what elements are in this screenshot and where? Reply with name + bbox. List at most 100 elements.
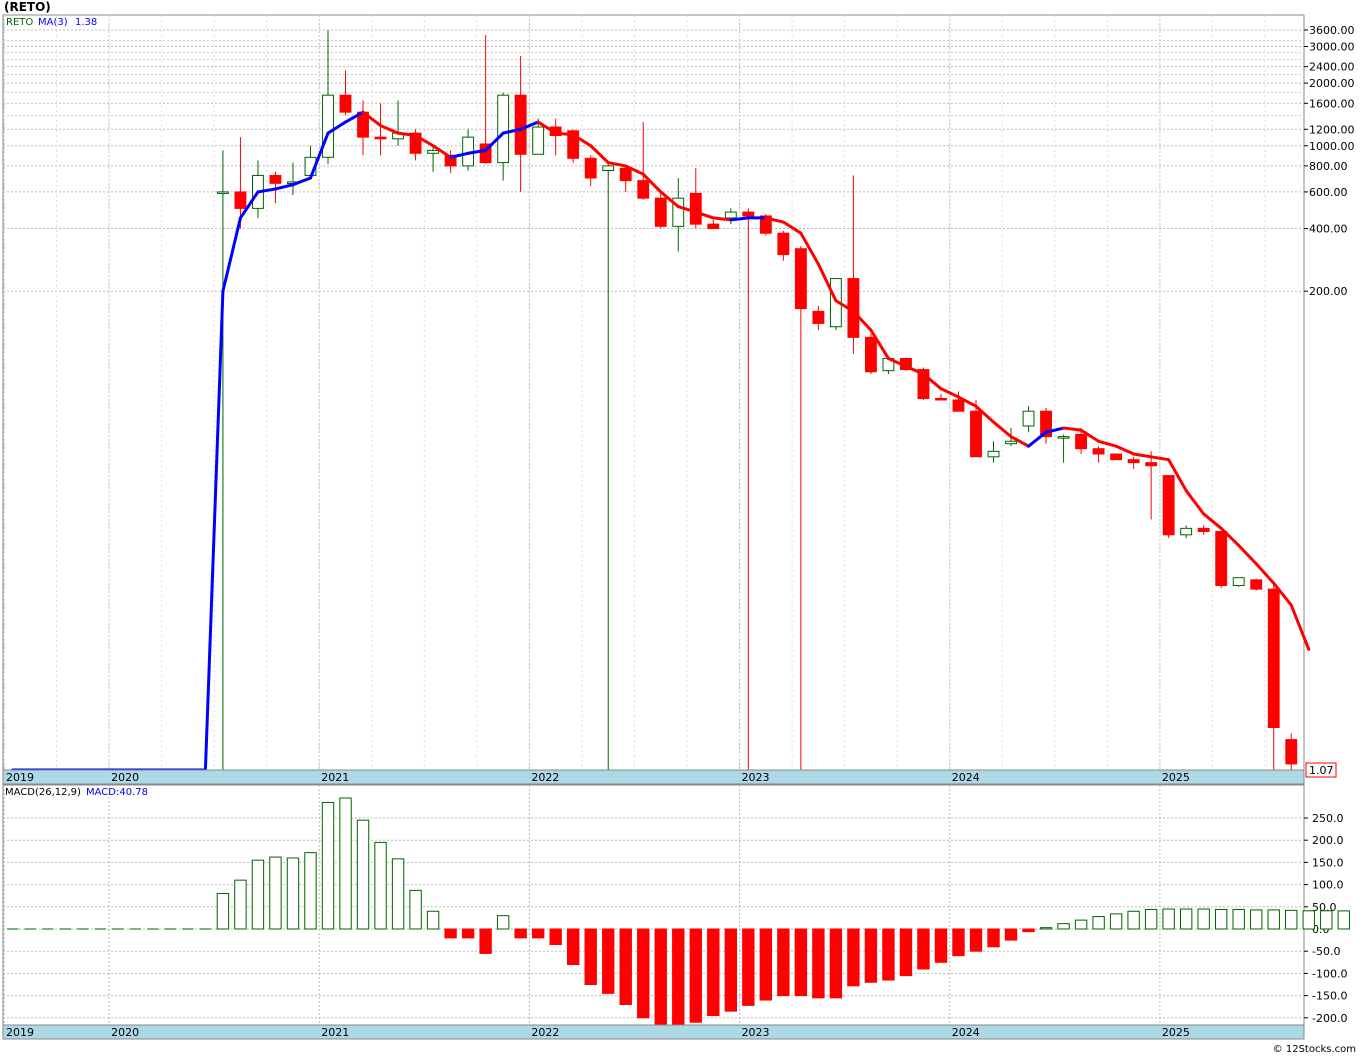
price-x-label: 2021 (321, 771, 349, 784)
candle-body (1267, 588, 1280, 729)
price-tick-label: 1200.00 (1309, 123, 1355, 136)
macd-bar (1302, 910, 1315, 930)
macd-x-label: 2021 (321, 1026, 349, 1039)
candle-body (812, 310, 825, 324)
candle-body (637, 180, 650, 199)
macd-bar (689, 928, 702, 1023)
candle-body (654, 197, 667, 227)
price-x-label: 2020 (111, 771, 139, 784)
candle-body (216, 191, 229, 194)
candle-body (339, 94, 352, 113)
macd-bar (1162, 908, 1175, 930)
macd-bar (934, 928, 948, 963)
macd-bar (1285, 909, 1298, 930)
price-tick-label: 600.00 (1309, 186, 1348, 199)
candle-body (619, 167, 632, 182)
macd-bar (409, 889, 422, 930)
price-x-label: 2025 (1162, 771, 1190, 784)
macd-bar (1022, 928, 1035, 933)
candle-body (1215, 531, 1228, 587)
ma-segment (1062, 426, 1083, 432)
macd-bar (1092, 916, 1105, 930)
price-tick-label: 200.00 (1309, 285, 1348, 298)
macd-x-label: 2022 (531, 1026, 559, 1039)
macd-bar (1144, 908, 1158, 930)
price-tick-label: 400.00 (1309, 223, 1348, 236)
macd-bar (514, 928, 527, 939)
candle-body (1110, 453, 1123, 461)
ma-segment (711, 216, 733, 222)
macd-bar (1250, 909, 1263, 930)
macd-bar (742, 928, 755, 1006)
macd-bar (724, 928, 738, 1012)
macd-x-axis-band (2, 1024, 1305, 1040)
candle-body (987, 450, 1000, 458)
price-tick-label: 3600.00 (1309, 24, 1355, 37)
candle-body (584, 157, 597, 179)
last-price-tag: 1.07 (1309, 764, 1334, 777)
macd-bar (1127, 910, 1140, 930)
macd-bar (952, 928, 965, 957)
macd-bar (584, 928, 597, 985)
macd-bar (391, 858, 405, 930)
macd-bar (1337, 910, 1350, 930)
macd-bar (566, 928, 580, 966)
price-tick-label: 1600.00 (1309, 97, 1355, 110)
candle-body (532, 126, 545, 155)
ma-segment (554, 131, 575, 137)
candle-body (1005, 440, 1017, 445)
price-tick-label: 3000.00 (1309, 40, 1355, 53)
price-y-axis: 3600.00 3000.00 2400.00 2000.00 1600.00 1200.… (1304, 24, 1355, 298)
candle-body (1250, 579, 1263, 590)
candle-body (742, 211, 755, 217)
stock-chart: 3600.00 3000.00 2400.00 2000.00 1600.00 1200.… (2, 14, 1355, 1040)
candle-body (1197, 527, 1210, 533)
candle-body (952, 399, 965, 412)
candle-body (935, 398, 947, 401)
candle-body (864, 336, 877, 373)
price-x-axis-band (2, 769, 1305, 785)
macd-bar (899, 928, 913, 977)
macd-bar (339, 797, 352, 930)
candle-body (794, 248, 807, 310)
macd-bar (672, 928, 685, 1025)
macd-bar (1232, 908, 1245, 930)
macd-x-label: 2019 (6, 1026, 34, 1039)
candle-body (322, 94, 334, 158)
macd-bar (1179, 908, 1193, 930)
macd-tick-label: 100.0 (1312, 879, 1344, 892)
macd-bar (1214, 908, 1228, 930)
candle-body (724, 211, 737, 219)
macd-bar (864, 928, 878, 983)
macd-bar (1074, 919, 1088, 930)
macd-bar (847, 928, 860, 987)
legend-ma-label: MA(3) (38, 17, 68, 28)
macd-x-label: 2025 (1162, 1026, 1190, 1039)
macd-tick-label: -100.0 (1312, 967, 1347, 980)
macd-bar (812, 928, 825, 999)
price-x-label: 2022 (531, 771, 559, 784)
macd-bar (917, 928, 930, 970)
macd-bar (321, 801, 335, 930)
macd-tick-label: -50.0 (1312, 945, 1340, 958)
macd-bar (882, 928, 895, 981)
legend-ma-value: 1.38 (75, 17, 97, 28)
macd-tick-label: -150.0 (1312, 990, 1347, 1003)
price-x-label: 2023 (742, 771, 770, 784)
macd-bar (269, 856, 282, 930)
macd-bar (496, 915, 510, 930)
macd-bar (1109, 913, 1123, 930)
macd-bar (461, 928, 475, 939)
macd-bar (654, 928, 667, 1025)
candle-body (1057, 436, 1070, 439)
candle-body (1232, 577, 1245, 587)
macd-bar (286, 857, 300, 930)
legend-ticker: RETO (6, 17, 33, 28)
price-tick-label: 1000.00 (1309, 140, 1355, 153)
macd-panel (2, 784, 1305, 1026)
macd-bar (304, 852, 317, 930)
candle-body (1285, 739, 1298, 765)
price-x-label: 2019 (6, 771, 34, 784)
candle-body (269, 174, 282, 184)
candle-body (1127, 459, 1140, 464)
